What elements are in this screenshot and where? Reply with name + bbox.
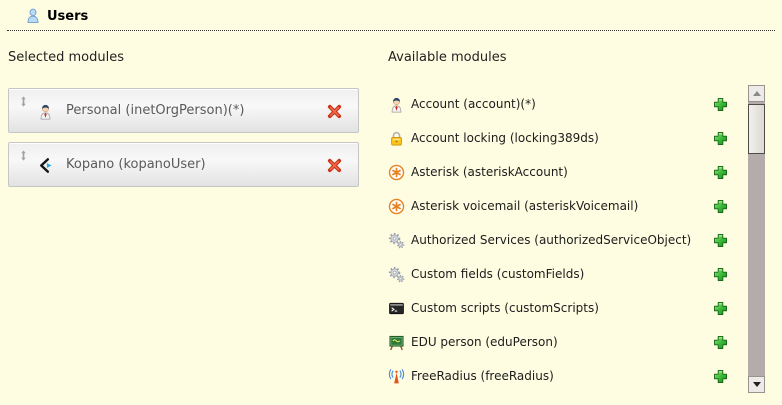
users-icon [25, 8, 41, 24]
antenna-icon [388, 368, 405, 385]
available-module-label: FreeRadius (freeRadius) [411, 369, 712, 383]
available-module-row: Asterisk (asteriskAccount) [388, 155, 729, 189]
available-modules-scrollbar[interactable] [748, 85, 765, 393]
selected-module-row[interactable]: Personal (inetOrgPerson)(*) [8, 88, 359, 133]
add-icon[interactable] [712, 96, 729, 113]
scroll-down-button[interactable] [748, 376, 765, 393]
selected-modules-list: Personal (inetOrgPerson)(*) Kopano (kopa… [8, 88, 359, 187]
chalkboard-icon [388, 334, 405, 351]
available-module-row: Custom fields (customFields) [388, 257, 729, 291]
page-header: Users [25, 8, 88, 24]
drag-handle-icon[interactable] [18, 149, 29, 162]
kopano-icon [37, 157, 54, 174]
available-module-label: Asterisk (asteriskAccount) [411, 165, 712, 179]
asterisk-icon [388, 198, 405, 215]
selected-module-label: Kopano (kopanoUser) [66, 143, 206, 187]
available-module-row: Custom scripts (customScripts) [388, 291, 729, 325]
arrow-up-icon [753, 91, 761, 96]
add-icon[interactable] [712, 232, 729, 249]
padlock-icon [388, 130, 405, 147]
arrow-down-icon [753, 382, 761, 387]
page-title: Users [47, 9, 88, 24]
available-modules-list: Account (account)(*) Account locking (lo… [388, 87, 729, 393]
gears-icon [388, 266, 405, 283]
add-icon[interactable] [712, 300, 729, 317]
user-module-selection-page: Users Selected modules Available modules… [0, 0, 782, 405]
selected-modules-heading: Selected modules [8, 50, 124, 65]
available-module-label: EDU person (eduPerson) [411, 335, 712, 349]
available-module-label: Custom fields (customFields) [411, 267, 712, 281]
personal-user-icon [37, 103, 54, 120]
terminal-icon [388, 300, 405, 317]
available-module-row: Asterisk voicemail (asteriskVoicemail) [388, 189, 729, 223]
scrollbar-thumb[interactable] [748, 104, 765, 154]
selected-module-label: Personal (inetOrgPerson)(*) [66, 89, 244, 133]
add-icon[interactable] [712, 368, 729, 385]
account-user-icon [388, 96, 405, 113]
header-divider [7, 30, 775, 31]
available-module-row: FreeRadius (freeRadius) [388, 359, 729, 393]
available-modules-heading: Available modules [388, 50, 506, 65]
add-icon[interactable] [712, 266, 729, 283]
add-icon[interactable] [712, 198, 729, 215]
delete-icon[interactable] [326, 157, 343, 174]
asterisk-icon [388, 164, 405, 181]
scroll-up-button[interactable] [748, 85, 765, 102]
available-module-label: Authorized Services (authorizedServiceOb… [411, 233, 712, 247]
available-module-label: Account locking (locking389ds) [411, 131, 712, 145]
available-module-row: Authorized Services (authorizedServiceOb… [388, 223, 729, 257]
add-icon[interactable] [712, 130, 729, 147]
add-icon[interactable] [712, 164, 729, 181]
selected-module-row[interactable]: Kopano (kopanoUser) [8, 142, 359, 187]
add-icon[interactable] [712, 334, 729, 351]
available-module-label: Asterisk voicemail (asteriskVoicemail) [411, 199, 712, 213]
available-module-row: EDU person (eduPerson) [388, 325, 729, 359]
available-module-row: Account (account)(*) [388, 87, 729, 121]
available-module-label: Account (account)(*) [411, 97, 712, 111]
available-module-row: Account locking (locking389ds) [388, 121, 729, 155]
available-module-label: Custom scripts (customScripts) [411, 301, 712, 315]
gears-icon [388, 232, 405, 249]
delete-icon[interactable] [326, 103, 343, 120]
drag-handle-icon[interactable] [18, 95, 29, 108]
